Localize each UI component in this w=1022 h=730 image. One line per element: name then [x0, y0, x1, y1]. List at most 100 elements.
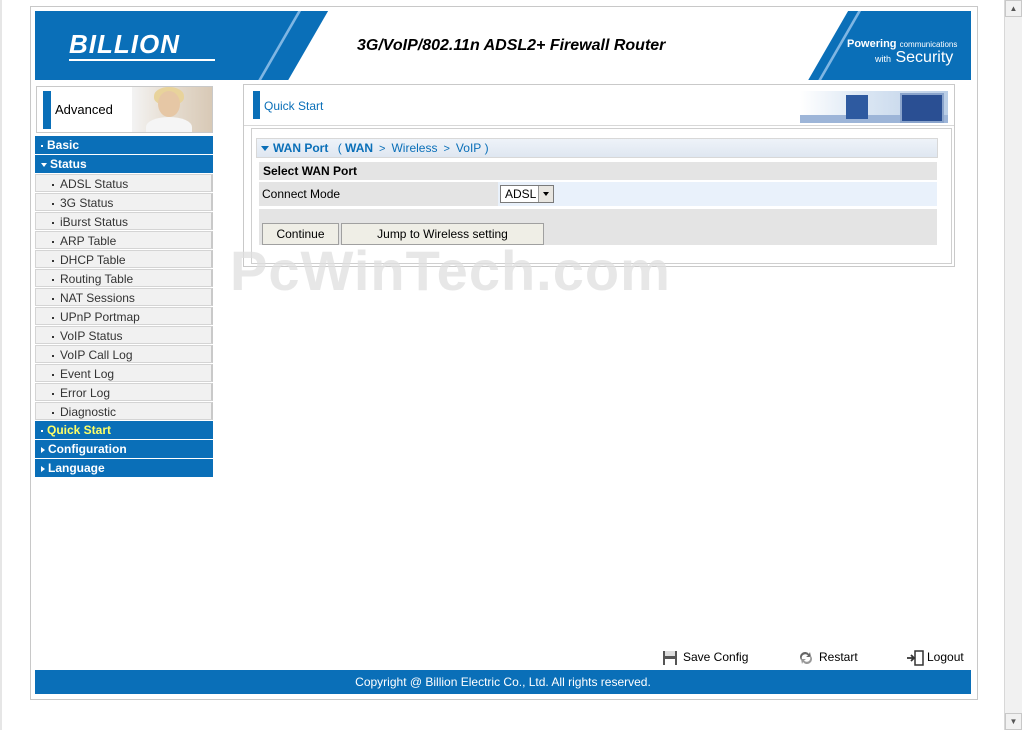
- connect-mode-select[interactable]: ADSL: [500, 185, 554, 203]
- bullet-icon: [52, 240, 54, 243]
- logout-door-icon: [906, 650, 924, 666]
- sidebar-item-status[interactable]: Status: [35, 155, 213, 173]
- paren-close: ): [484, 141, 489, 155]
- save-config-label: Save Config: [683, 650, 749, 664]
- triangle-right-icon: [41, 465, 45, 472]
- connect-mode-selected-value: ADSL: [505, 187, 537, 201]
- save-config-button[interactable]: Save Config: [662, 648, 748, 666]
- sidebar-item-label: Event Log: [60, 367, 115, 381]
- bullet-icon: [52, 411, 54, 414]
- sidebar-item-configuration[interactable]: Configuration: [35, 440, 213, 458]
- sidebar-item-basic[interactable]: Basic: [35, 136, 213, 154]
- sidebar-item-error-log[interactable]: Error Log: [35, 383, 213, 401]
- woman-photo: [132, 87, 212, 132]
- sidebar-item-upnp-portmap[interactable]: UPnP Portmap: [35, 307, 213, 325]
- sidebar-item-quick-start[interactable]: Quick Start: [35, 421, 213, 439]
- illustration-monitor: [900, 93, 944, 123]
- sidebar-item-voip-call-log[interactable]: VoIP Call Log: [35, 345, 213, 363]
- bullet-icon: [52, 221, 54, 224]
- sidebar-nav: Basic Status ADSL Status 3G Status iBurst St…: [35, 136, 213, 478]
- sidebar-item-label: Diagnostic: [60, 405, 117, 419]
- sidebar-item-label: Routing Table: [60, 272, 134, 286]
- sidebar-item-voip-status[interactable]: VoIP Status: [35, 326, 213, 344]
- action-bar: Save Config Restart Logout: [650, 646, 980, 668]
- sidebar-item-label: VoIP Call Log: [60, 348, 133, 362]
- triangle-down-icon: [41, 162, 47, 167]
- tagline-communications: communications: [899, 40, 958, 49]
- header-banner: BILLION 3G/VoIP/802.11n ADSL2+ Firewall …: [35, 11, 971, 80]
- step-wan: WAN: [345, 141, 374, 155]
- quick-start-header: Quick Start: [244, 85, 954, 126]
- sidebar-item-label: Configuration: [48, 442, 127, 456]
- window-left-edge: [0, 0, 2, 730]
- connect-mode-label: Connect Mode: [262, 187, 341, 201]
- bullet-icon: [52, 297, 54, 300]
- product-title: 3G/VoIP/802.11n ADSL2+ Firewall Router: [357, 37, 666, 54]
- step-separator: >: [443, 143, 450, 155]
- office-illustration: [800, 91, 948, 123]
- sidebar-item-label: Error Log: [60, 386, 111, 400]
- triangle-right-icon: [41, 446, 45, 453]
- sidebar-item-iburst-status[interactable]: iBurst Status: [35, 212, 213, 230]
- bullet-icon: [52, 259, 54, 262]
- tagline-with: with: [875, 54, 892, 64]
- illustration-chair: [846, 95, 868, 119]
- sidebar-item-label: Quick Start: [47, 423, 112, 437]
- restart-button[interactable]: Restart: [798, 648, 858, 666]
- wizard-breadcrumb: WAN Port ( WAN > Wireless > VoIP ): [256, 138, 938, 158]
- sidebar-item-diagnostic[interactable]: Diagnostic: [35, 402, 213, 420]
- connect-mode-row: Connect Mode ADSL: [259, 182, 937, 206]
- sidebar-item-3g-status[interactable]: 3G Status: [35, 193, 213, 211]
- dropdown-button[interactable]: [538, 186, 553, 202]
- restart-icon: [798, 650, 814, 666]
- sidebar-item-language[interactable]: Language: [35, 459, 213, 477]
- accent-bar: [43, 91, 51, 129]
- bullet-icon: [52, 278, 54, 281]
- photo-head: [158, 91, 180, 117]
- sidebar-item-label: DHCP Table: [60, 253, 126, 267]
- chevron-down-icon: [543, 192, 549, 196]
- sidebar-item-dhcp-table[interactable]: DHCP Table: [35, 250, 213, 268]
- sidebar-item-routing-table[interactable]: Routing Table: [35, 269, 213, 287]
- sidebar-item-arp-table[interactable]: ARP Table: [35, 231, 213, 249]
- sidebar-item-label: Language: [48, 461, 105, 475]
- sidebar-item-label: NAT Sessions: [60, 291, 135, 305]
- page-title: Quick Start: [264, 99, 324, 113]
- bullet-icon: [52, 373, 54, 376]
- logout-button[interactable]: Logout: [906, 648, 964, 666]
- advanced-label: Advanced: [55, 102, 113, 117]
- photo-body: [146, 117, 192, 132]
- sidebar-item-label: Status: [50, 157, 87, 171]
- bullet-icon: [52, 316, 54, 319]
- chevron-down-icon: [261, 146, 269, 152]
- scroll-down-arrow-icon[interactable]: ▼: [1005, 713, 1022, 730]
- logout-label: Logout: [927, 650, 964, 664]
- restart-label: Restart: [819, 650, 858, 664]
- tagline-bottom: with Security: [875, 49, 953, 67]
- sidebar-item-nat-sessions[interactable]: NAT Sessions: [35, 288, 213, 306]
- sidebar-item-label: VoIP Status: [60, 329, 123, 343]
- sidebar-item-label: 3G Status: [60, 196, 114, 210]
- bullet-icon: [41, 429, 43, 432]
- floppy-disk-icon: [662, 650, 678, 666]
- watermark-text: PcWinTech.com: [230, 239, 671, 302]
- wizard-current-step: WAN Port: [273, 141, 329, 155]
- advanced-mode-panel: Advanced: [36, 86, 213, 133]
- sidebar-item-label: ARP Table: [60, 234, 117, 248]
- bullet-icon: [52, 392, 54, 395]
- sidebar-item-label: UPnP Portmap: [60, 310, 140, 324]
- step-wireless: Wireless: [391, 141, 438, 155]
- sidebar-item-adsl-status[interactable]: ADSL Status: [35, 174, 213, 192]
- vertical-scrollbar[interactable]: ▲ ▼: [1004, 0, 1022, 730]
- bullet-icon: [52, 354, 54, 357]
- bullet-icon: [52, 335, 54, 338]
- step-separator: >: [379, 143, 386, 155]
- scroll-up-arrow-icon[interactable]: ▲: [1005, 0, 1022, 17]
- sidebar-item-event-log[interactable]: Event Log: [35, 364, 213, 382]
- step-voip: VoIP: [455, 141, 482, 155]
- accent-bar: [253, 91, 260, 119]
- bullet-icon: [41, 144, 43, 147]
- select-wan-port-heading: Select WAN Port: [259, 162, 937, 180]
- sidebar-item-label: ADSL Status: [60, 177, 129, 191]
- connect-mode-value-cell: [498, 182, 937, 206]
